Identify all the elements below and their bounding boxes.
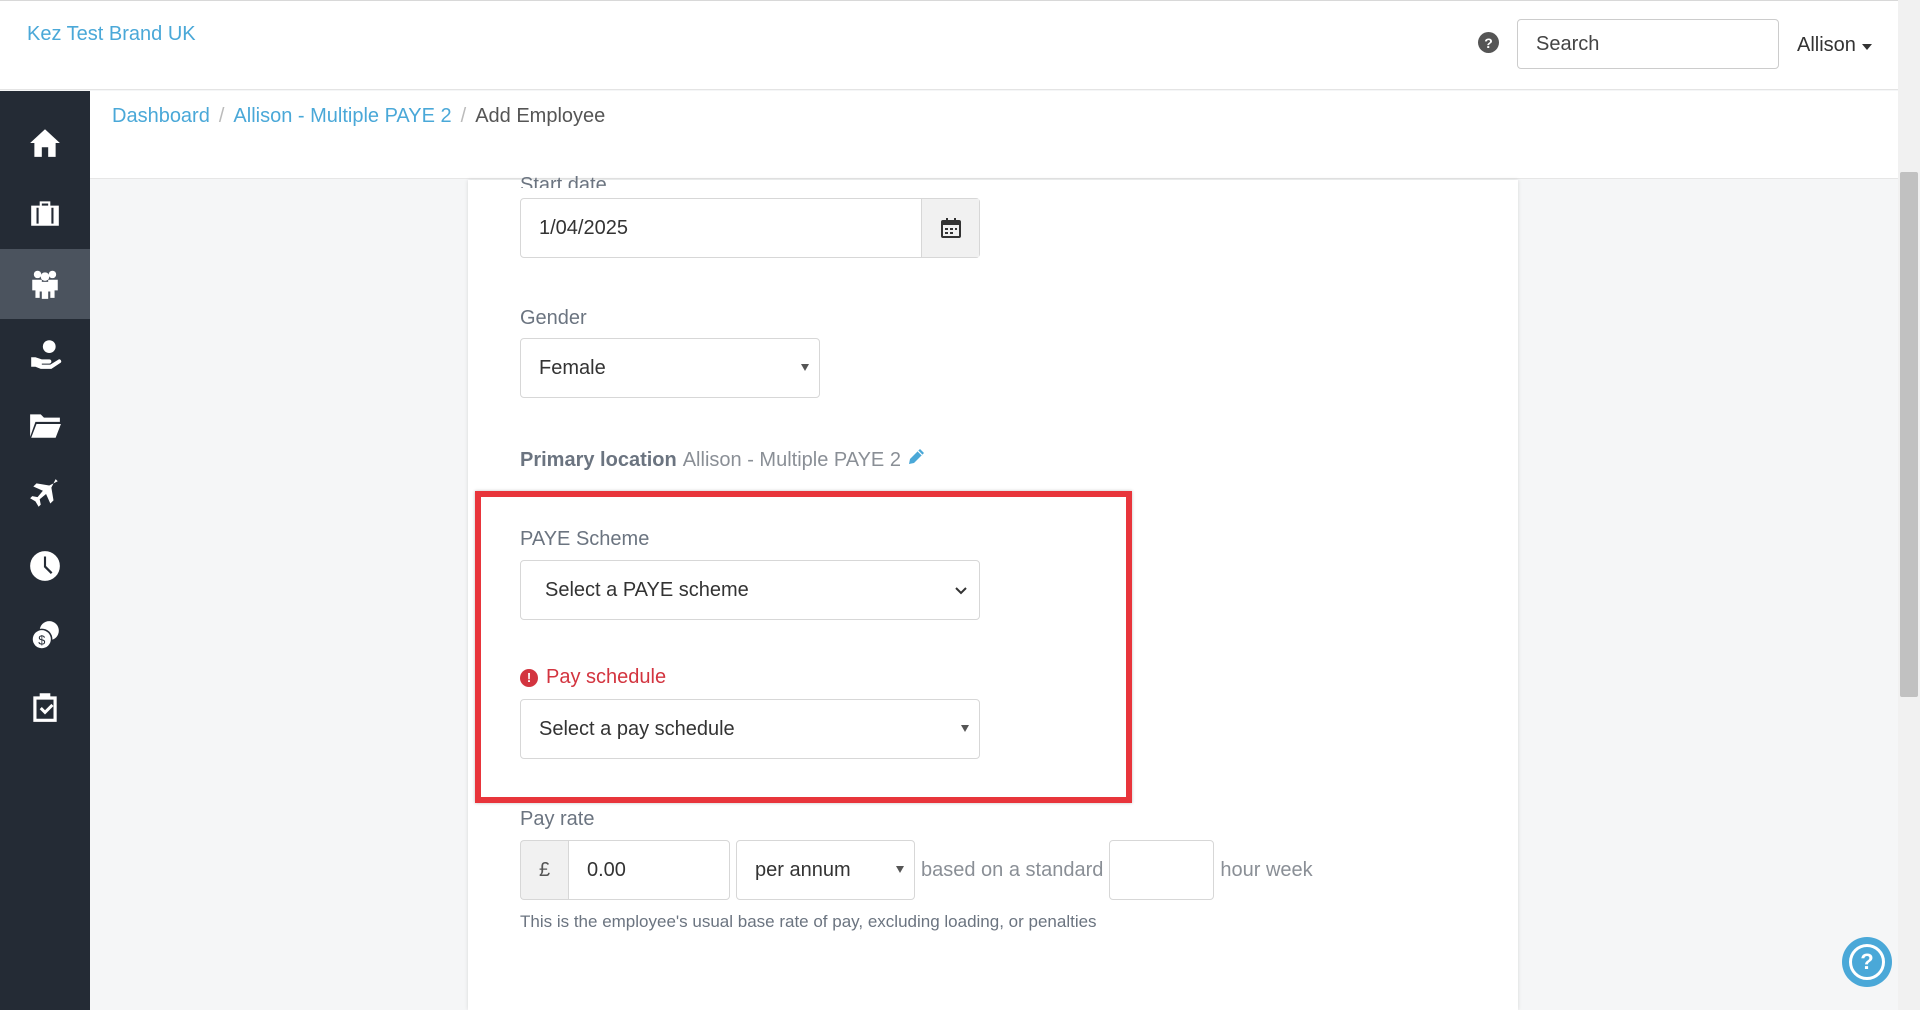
paye-scheme-label: PAYE Scheme bbox=[520, 528, 650, 550]
sidebar-item-tasks[interactable] bbox=[0, 672, 90, 742]
folder-icon bbox=[30, 414, 61, 438]
brand-name[interactable]: Kez Test Brand UK bbox=[27, 23, 196, 46]
sidebar-item-pay[interactable]: $ bbox=[0, 601, 90, 671]
plane-icon bbox=[30, 479, 58, 507]
home-icon bbox=[30, 129, 60, 157]
sidebar-item-payments[interactable] bbox=[0, 319, 90, 389]
gender-value: Female bbox=[539, 356, 606, 379]
pay-period-value: per annum bbox=[755, 858, 851, 881]
pay-rate-hint: This is the employee's usual base rate o… bbox=[520, 912, 1097, 931]
start-date-value[interactable]: 1/04/2025 bbox=[521, 199, 921, 257]
calendar-icon bbox=[940, 218, 961, 238]
pay-rate-label: Pay rate bbox=[520, 808, 595, 830]
paye-scheme-select[interactable]: Select a PAYE scheme bbox=[520, 560, 980, 620]
breadcrumb-separator: / bbox=[460, 105, 467, 127]
pay-rate-row: £ per annum based on a standard hour wee… bbox=[520, 840, 1319, 900]
breadcrumb-current: Add Employee bbox=[475, 105, 606, 127]
top-bar: Kez Test Brand UK ? Allison bbox=[0, 0, 1898, 90]
sidebar-item-leave[interactable] bbox=[0, 460, 90, 530]
primary-location-value: Allison - Multiple PAYE 2 bbox=[682, 448, 901, 471]
standard-week-text: based on a standard bbox=[921, 858, 1104, 881]
pay-period-select[interactable]: per annum bbox=[736, 840, 915, 900]
dropdown-arrow-icon bbox=[961, 725, 969, 732]
start-date-label: Start date bbox=[520, 174, 607, 188]
sidebar-item-timesheets[interactable] bbox=[0, 531, 90, 601]
breadcrumb: Dashboard / Allison - Multiple PAYE 2 / … bbox=[112, 105, 605, 128]
sidebar-item-people[interactable] bbox=[0, 249, 90, 319]
clock-icon bbox=[30, 551, 60, 581]
dropdown-arrow-icon bbox=[896, 866, 904, 873]
primary-location-label: Primary location bbox=[520, 448, 677, 471]
sidebar-item-documents[interactable] bbox=[0, 390, 90, 460]
pay-schedule-select[interactable]: Select a pay schedule bbox=[520, 699, 980, 759]
breadcrumb-business[interactable]: Allison - Multiple PAYE 2 bbox=[233, 105, 451, 128]
search-input[interactable] bbox=[1517, 19, 1779, 69]
chevron-down-icon bbox=[955, 587, 967, 595]
edit-pencil-icon[interactable] bbox=[907, 448, 925, 472]
pay-schedule-label: Pay schedule bbox=[546, 666, 667, 688]
coins-icon: $ bbox=[31, 621, 59, 650]
sidebar: $ bbox=[0, 91, 90, 1010]
briefcase-icon bbox=[31, 201, 59, 226]
hour-week-text: hour week bbox=[1220, 858, 1313, 881]
hand-money-icon bbox=[31, 340, 62, 369]
user-menu[interactable]: Allison bbox=[1797, 34, 1872, 57]
primary-location: Primary location Allison - Multiple PAYE… bbox=[520, 448, 925, 472]
gender-select[interactable]: Female bbox=[520, 338, 820, 398]
pay-schedule-label-error: ! Pay schedule bbox=[520, 666, 666, 689]
chevron-down-icon bbox=[1861, 44, 1872, 50]
gender-label: Gender bbox=[520, 307, 587, 329]
svg-text:$: $ bbox=[38, 633, 45, 648]
breadcrumb-dashboard[interactable]: Dashboard bbox=[112, 105, 210, 128]
dropdown-arrow-icon bbox=[801, 364, 809, 371]
error-icon: ! bbox=[520, 668, 538, 687]
breadcrumb-bar: Dashboard / Allison - Multiple PAYE 2 / … bbox=[90, 91, 1898, 179]
question-icon: ? bbox=[1849, 944, 1885, 980]
help-chat-button[interactable]: ? bbox=[1842, 937, 1892, 987]
currency-symbol: £ bbox=[520, 840, 568, 900]
hours-per-week-input[interactable] bbox=[1109, 840, 1215, 900]
people-icon bbox=[32, 270, 58, 299]
pay-schedule-value: Select a pay schedule bbox=[539, 717, 735, 740]
pay-amount-input[interactable] bbox=[568, 840, 730, 900]
user-name: Allison bbox=[1797, 34, 1856, 56]
paye-scheme-value: Select a PAYE scheme bbox=[545, 578, 749, 601]
add-employee-form: Start date 1/04/2025 Gender Female Prima… bbox=[468, 174, 1518, 1010]
start-date-field[interactable]: 1/04/2025 bbox=[520, 198, 980, 258]
sidebar-item-briefcase[interactable] bbox=[0, 178, 90, 248]
calendar-button[interactable] bbox=[921, 199, 979, 257]
help-icon[interactable]: ? bbox=[1478, 32, 1499, 53]
sidebar-item-home[interactable] bbox=[0, 108, 90, 178]
scrollbar-thumb[interactable] bbox=[1900, 172, 1918, 697]
breadcrumb-separator: / bbox=[218, 105, 225, 127]
clipboard-check-icon bbox=[33, 693, 57, 722]
